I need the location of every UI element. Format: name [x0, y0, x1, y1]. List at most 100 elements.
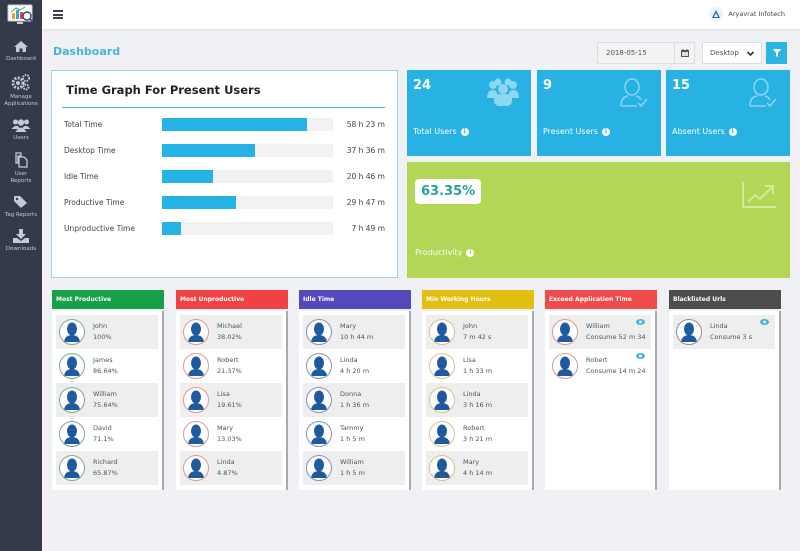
absent-users-card[interactable]: 15 Absent Users i	[666, 70, 790, 156]
user-value: 10 h 44 m	[340, 333, 374, 341]
list-item[interactable]: John 7 m 42 s	[426, 315, 528, 349]
list-item[interactable]: Tammy 1 h 5 m	[303, 417, 405, 451]
list-item[interactable]: William Consume 52 m 34	[549, 315, 651, 349]
info-icon[interactable]: i	[466, 248, 475, 257]
info-icon[interactable]: i	[728, 127, 737, 136]
list-item[interactable]: Linda 3 h 16 m	[426, 383, 528, 417]
user-value: 13.03%	[217, 435, 242, 443]
panel-list[interactable]: John 100% James 86.64% William 75.64% David 71.…	[52, 311, 164, 490]
user-silhouette-icon	[311, 356, 327, 376]
user-name: Michael	[217, 322, 242, 330]
panel-exceed-application-time: Exceed Application Time William Consume 52…	[545, 290, 657, 490]
list-item[interactable]: Richard 65.87%	[56, 451, 158, 485]
time-value: 37 h 36 m	[346, 145, 385, 155]
user-value: 100%	[93, 333, 112, 341]
progress-track	[162, 169, 333, 183]
calendar-button[interactable]	[674, 43, 694, 63]
account-menu[interactable]: Aryavrat Infotech	[709, 7, 785, 21]
time-graph-row: Desktop Time 37 h 36 m	[64, 143, 385, 157]
eye-icon[interactable]	[636, 319, 645, 325]
total-users-label: Total Users i	[413, 127, 469, 136]
list-item[interactable]: Lisa 19.61%	[180, 383, 282, 417]
info-icon[interactable]: i	[601, 127, 610, 136]
user-name: Donna	[340, 390, 362, 398]
list-item[interactable]: Linda 4 h 20 m	[303, 349, 405, 383]
list-item[interactable]: Lisa 1 h 33 m	[426, 349, 528, 383]
info-icon[interactable]: i	[460, 127, 469, 136]
date-picker[interactable]: 2018-05-15	[597, 42, 695, 64]
filter-icon	[772, 49, 781, 57]
avatar	[306, 387, 332, 413]
list-item[interactable]: Linda 4.87%	[180, 451, 282, 485]
user-silhouette-icon	[64, 322, 80, 342]
app-logo[interactable]	[0, 0, 42, 30]
user-silhouette-icon	[188, 356, 204, 376]
time-label: Productive Time	[64, 197, 125, 207]
list-item[interactable]: David 71.1%	[56, 417, 158, 451]
user-value: 1 h 33 m	[463, 367, 493, 375]
user-value: 86.64%	[93, 367, 118, 375]
list-item[interactable]: Mary 13.03%	[180, 417, 282, 451]
list-item[interactable]: Robert Consume 14 m 24	[549, 349, 651, 383]
sidebar-item-users[interactable]: Users	[0, 118, 42, 142]
avatar	[59, 387, 85, 413]
avatar	[429, 421, 455, 447]
list-item[interactable]: John 100%	[56, 315, 158, 349]
list-item[interactable]: Mary 4 h 14 m	[426, 451, 528, 485]
list-item[interactable]: Robert 21.37%	[180, 349, 282, 383]
sidebar-item-downloads[interactable]: Downloads	[0, 229, 42, 253]
sidebar-item-label: Dashboard	[6, 56, 36, 62]
sidebar-item-dashboard[interactable]: Dashboard	[0, 40, 42, 63]
panel-list[interactable]: John 7 m 42 s Lisa 1 h 33 m Linda 3 h 16 m Rob…	[422, 311, 534, 490]
list-item[interactable]: William 1 h 5 m	[303, 451, 405, 485]
users-group-icon	[487, 78, 519, 106]
list-item[interactable]: James 86.64%	[56, 349, 158, 383]
sidebar-item-tag-reports[interactable]: Tag Reports	[0, 195, 42, 219]
present-users-count: 9	[543, 78, 553, 93]
list-item[interactable]: Linda Consume 3 s	[673, 315, 775, 349]
panel-list[interactable]: Mary 10 h 44 m Linda 4 h 20 m Donna 1 h 36 m T…	[299, 311, 411, 490]
productivity-label: Productivity i	[415, 248, 475, 257]
time-value: 7 h 49 m	[351, 223, 385, 233]
divider	[62, 107, 385, 108]
panel-min-working-hours: Min Working Hours John 7 m 42 s Lisa 1 h 33 …	[422, 290, 534, 490]
menu-toggle-icon[interactable]	[53, 10, 63, 19]
eye-icon[interactable]	[760, 319, 769, 325]
panel-list[interactable]: Michael 38.02% Robert 21.37% Lisa 19.61% Mary 1…	[176, 311, 288, 490]
user-value: 7 m 42 s	[463, 333, 492, 341]
user-silhouette-icon	[64, 390, 80, 410]
total-users-card[interactable]: 24 Total Users i	[407, 70, 531, 156]
device-select[interactable]: Desktop	[702, 42, 762, 64]
user-name: James	[93, 356, 113, 364]
sidebar-item-manage-applications[interactable]: Manage Applications	[0, 73, 42, 108]
list-item[interactable]: William 75.64%	[56, 383, 158, 417]
users-icon	[11, 119, 31, 132]
user-value: 19.61%	[217, 401, 242, 409]
eye-icon[interactable]	[636, 353, 645, 359]
sidebar-item-label: User Reports	[10, 171, 32, 184]
user-silhouette-icon	[681, 322, 697, 342]
date-input[interactable]: 2018-05-15	[598, 49, 674, 57]
productivity-card[interactable]: 63.35% Productivity i	[407, 162, 790, 278]
list-item[interactable]: Michael 38.02%	[180, 315, 282, 349]
sidebar: Dashboard Manage Applications Users User…	[0, 0, 42, 551]
sidebar-item-user-reports[interactable]: User Reports	[0, 152, 42, 185]
chevron-down-icon	[746, 51, 755, 57]
list-item[interactable]: Mary 10 h 44 m	[303, 315, 405, 349]
list-item[interactable]: Donna 1 h 36 m	[303, 383, 405, 417]
panel-header: Blacklisted Urls	[669, 290, 781, 309]
user-silhouette-icon	[188, 458, 204, 478]
avatar	[552, 319, 578, 345]
present-users-card[interactable]: 9 Present Users i	[537, 70, 661, 156]
avatar	[59, 421, 85, 447]
user-value: Consume 3 s	[710, 333, 753, 341]
time-graph-row: Total Time 58 h 23 m	[64, 117, 385, 131]
user-silhouette-icon	[188, 424, 204, 444]
user-value: Consume 14 m 24	[586, 367, 646, 375]
present-users-label: Present Users i	[543, 127, 610, 136]
user-value: 4.87%	[217, 469, 238, 477]
panel-list[interactable]: Linda Consume 3 s	[669, 311, 781, 490]
panel-list[interactable]: William Consume 52 m 34 Robert Consume 14 m…	[545, 311, 657, 490]
filter-button[interactable]	[766, 42, 787, 64]
list-item[interactable]: Robert 3 h 21 m	[426, 417, 528, 451]
